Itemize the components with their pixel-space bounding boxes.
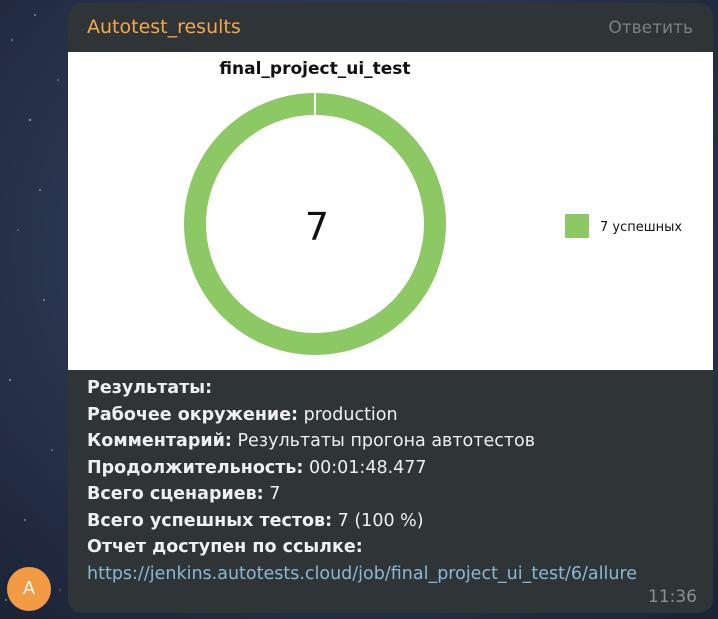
donut-chart: final_project_ui_test 7 7 успешных xyxy=(184,59,682,355)
chart-center-value: 7 xyxy=(305,205,329,249)
report-link[interactable]: https://jenkins.autotests.cloud/job/fina… xyxy=(87,564,637,584)
message-header: Autotest_results Ответить xyxy=(68,3,713,53)
chart-image[interactable]: final_project_ui_test 7 7 успешных xyxy=(68,52,713,370)
chart-legend: 7 успешных xyxy=(565,214,682,238)
reply-button[interactable]: Ответить xyxy=(608,18,693,38)
comment-line: Комментарий: Результаты прогона автотест… xyxy=(87,431,536,451)
duration-line: Продолжительность: 00:01:48.477 xyxy=(87,457,427,478)
message-time: 11:36 xyxy=(648,587,697,607)
legend-label-0: 7 успешных xyxy=(600,220,682,235)
total-scenarios-line: Всего сценариев: 7 xyxy=(87,484,281,504)
legend-swatch-0 xyxy=(565,214,589,238)
chart-title: final_project_ui_test xyxy=(219,59,410,79)
report-link-label: Отчет доступен по ссылке: xyxy=(87,537,363,557)
report-text: Результаты: Рабочее окружение: productio… xyxy=(87,375,702,587)
results-heading: Результаты: xyxy=(87,378,213,398)
passed-tests-line: Всего успешных тестов: 7 (100 %) xyxy=(87,510,424,531)
report-link-line: https://jenkins.autotests.cloud/job/fina… xyxy=(87,561,702,588)
sender-name[interactable]: Autotest_results xyxy=(87,16,241,38)
environment-line: Рабочее окружение: production xyxy=(87,404,398,425)
sender-avatar[interactable]: A xyxy=(7,567,51,611)
message-bubble: Autotest_results Ответить final_project_… xyxy=(68,3,713,613)
